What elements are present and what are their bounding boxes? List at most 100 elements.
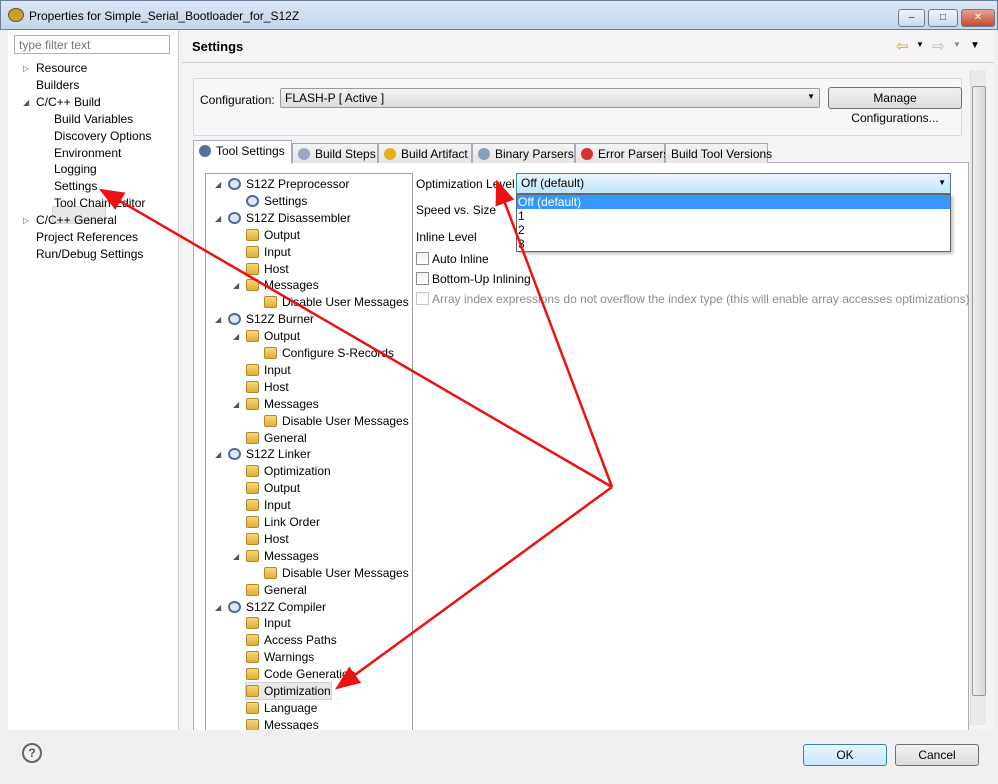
tree-item[interactable]: General <box>246 430 307 446</box>
tree-item[interactable]: Language <box>246 700 317 716</box>
binary-icon <box>478 148 490 160</box>
bottom-up-inlining-checkbox[interactable] <box>416 272 429 285</box>
nav-item-builders[interactable]: Builders <box>36 78 79 92</box>
collapse-toggle-icon[interactable]: ◢ <box>233 552 239 561</box>
chevron-down-icon: ▼ <box>938 178 946 187</box>
view-menu-icon[interactable]: ▼ <box>970 40 980 51</box>
tree-item[interactable]: Code Generation <box>246 666 355 682</box>
nav-item-run-debug-settings[interactable]: Run/Debug Settings <box>36 247 143 261</box>
collapse-toggle-icon[interactable]: ◢ <box>233 400 239 409</box>
tab-build-artifact[interactable]: Build Artifact <box>378 143 472 163</box>
chevron-down-icon[interactable]: ▼ <box>953 40 961 49</box>
tree-item-label: Optimization <box>264 684 331 698</box>
tree-item[interactable]: Settings <box>246 193 307 209</box>
collapse-toggle-icon[interactable]: ◢ <box>215 180 221 189</box>
tree-item[interactable]: Host <box>246 261 289 277</box>
tree-item[interactable]: Output <box>246 328 300 344</box>
tool-gear-icon <box>228 178 241 190</box>
tree-item[interactable]: Input <box>246 362 291 378</box>
array-index-checkbox[interactable] <box>416 292 429 305</box>
tree-item[interactable]: Configure S-Records <box>264 345 394 361</box>
optimization-level-value: Off (default) <box>521 176 585 190</box>
collapse-toggle-icon[interactable]: ◢ <box>215 315 221 324</box>
nav-item-resource[interactable]: Resource <box>36 61 87 75</box>
array-index-label: Array index expressions do not overflow … <box>432 292 970 306</box>
auto-inline-checkbox[interactable] <box>416 252 429 265</box>
collapse-toggle-icon[interactable]: ◢ <box>215 214 221 223</box>
help-icon[interactable]: ? <box>22 743 42 763</box>
nav-item-tool-chain-editor[interactable]: Tool Chain Editor <box>54 196 145 210</box>
tree-item[interactable]: Input <box>246 244 291 260</box>
collapse-toggle-icon[interactable]: ◢ <box>233 281 239 290</box>
ok-button[interactable]: OK <box>803 744 887 766</box>
tree-item-label: S12Z Compiler <box>246 599 327 614</box>
tree-item[interactable]: Messages <box>246 396 319 412</box>
collapse-toggle-icon[interactable]: ◢ <box>215 450 221 459</box>
tree-item[interactable]: Output <box>246 227 300 243</box>
tree-item[interactable]: Disable User Messages <box>264 294 409 310</box>
tab-binary-parsers[interactable]: Binary Parsers <box>472 143 575 163</box>
tree-item[interactable]: Optimization <box>246 463 331 479</box>
tree-item[interactable]: Optimization <box>245 682 332 700</box>
expand-toggle-icon[interactable]: ▷ <box>23 216 29 225</box>
tab-error-parsers[interactable]: Error Parsers <box>575 143 669 163</box>
expand-toggle-icon[interactable]: ▷ <box>23 64 29 73</box>
nav-item-environment[interactable]: Environment <box>54 146 121 160</box>
nav-item-project-references[interactable]: Project References <box>36 230 138 244</box>
optimization-level-select[interactable]: Off (default) ▼ <box>516 173 951 194</box>
tree-item-label: Input <box>264 616 291 631</box>
tree-item[interactable]: S12Z Burner <box>228 311 314 327</box>
cancel-button[interactable]: Cancel <box>895 744 979 766</box>
tree-item[interactable]: S12Z Compiler <box>228 599 326 615</box>
tree-item[interactable]: Disable User Messages <box>264 565 409 581</box>
dropdown-option[interactable]: Off (default) <box>517 195 950 209</box>
tree-item[interactable]: General <box>246 582 307 598</box>
tree-item[interactable]: Input <box>246 497 291 513</box>
dropdown-option[interactable]: 3 <box>517 237 950 251</box>
tab-build-tool-versions[interactable]: Build Tool Versions <box>665 143 772 163</box>
nav-item-logging[interactable]: Logging <box>54 162 97 176</box>
tree-item[interactable]: S12Z Linker <box>228 446 311 462</box>
arrow-left-icon[interactable]: ⇦ <box>896 37 909 55</box>
folder-icon <box>264 566 277 579</box>
minimize-button[interactable]: ‒ <box>898 9 925 27</box>
arrow-right-icon[interactable]: ⇨ <box>932 37 945 55</box>
collapse-toggle-icon[interactable]: ◢ <box>215 603 221 612</box>
speed-vs-size-label: Speed vs. Size <box>416 203 497 217</box>
button-bar: ? OK Cancel <box>0 730 998 784</box>
tree-item[interactable]: Input <box>246 615 291 631</box>
close-button[interactable]: ✕ <box>961 9 995 27</box>
nav-item-discovery-options[interactable]: Discovery Options <box>54 129 151 143</box>
scrollbar-thumb[interactable] <box>972 86 986 696</box>
folder-icon <box>246 499 259 512</box>
filter-input[interactable] <box>14 35 170 54</box>
tree-item[interactable]: Messages <box>246 548 319 564</box>
tree-item[interactable]: Warnings <box>246 649 314 665</box>
dropdown-option[interactable]: 2 <box>517 223 950 237</box>
tree-item[interactable]: S12Z Preprocessor <box>228 176 349 192</box>
tree-item[interactable]: Messages <box>246 277 319 293</box>
tree-item[interactable]: Host <box>246 379 289 395</box>
chevron-down-icon[interactable]: ▼ <box>916 40 924 49</box>
vertical-scrollbar[interactable] <box>970 70 986 725</box>
nav-item-build-variables[interactable]: Build Variables <box>54 112 133 126</box>
tab-build-steps[interactable]: Build Steps <box>292 143 378 163</box>
tree-item[interactable]: Disable User Messages <box>264 413 409 429</box>
tree-item-label: General <box>264 430 307 445</box>
expand-toggle-icon[interactable]: ◢ <box>23 98 29 107</box>
tab-tool-settings[interactable]: Tool Settings <box>193 140 292 164</box>
configuration-select[interactable]: FLASH-P [ Active ] ▼ <box>280 88 820 108</box>
tree-item[interactable]: Link Order <box>246 514 320 530</box>
tree-item[interactable]: Access Paths <box>246 632 337 648</box>
tree-item[interactable]: Output <box>246 480 300 496</box>
manage-configurations-button[interactable]: Manage Configurations... <box>828 87 962 125</box>
nav-item-c-c-build[interactable]: C/C++ Build <box>36 95 101 109</box>
nav-item-settings[interactable]: Settings <box>54 179 97 193</box>
nav-item-c-c-general[interactable]: C/C++ General <box>36 213 117 227</box>
maximize-button[interactable]: □ <box>928 9 958 27</box>
tree-item[interactable]: S12Z Disassembler <box>228 210 351 226</box>
dropdown-option[interactable]: 1 <box>517 209 950 223</box>
collapse-toggle-icon[interactable]: ◢ <box>233 332 239 341</box>
tree-item[interactable]: Host <box>246 531 289 547</box>
optimization-level-label: Optimization Level <box>416 177 515 191</box>
